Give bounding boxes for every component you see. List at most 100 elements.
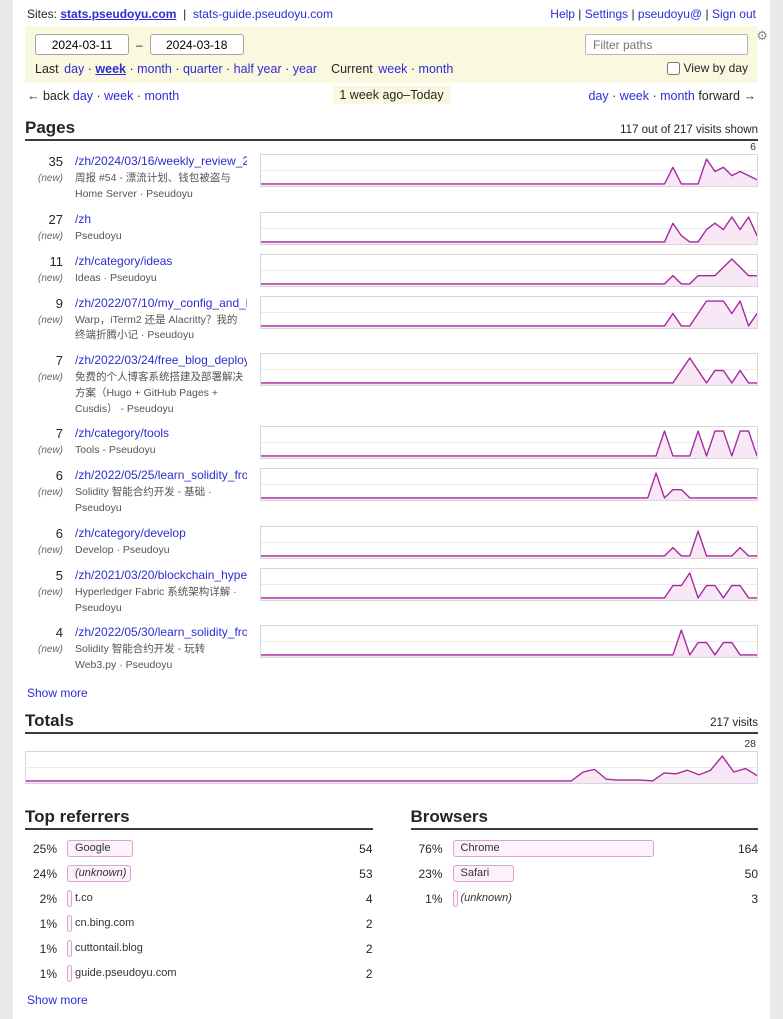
percent-label: 1% (25, 967, 57, 981)
view-by-day-toggle[interactable]: View by day (667, 61, 748, 75)
nav-forward-link[interactable]: day (589, 89, 609, 103)
stat-name: guide.pseudoyu.com (75, 967, 177, 979)
referrer-row: 1% cuttontail.blog 2 (25, 940, 373, 958)
new-badge: (new) (25, 231, 63, 242)
stat-bar-link[interactable]: cuttontail.blog (67, 940, 333, 958)
nav-back-link[interactable]: week (104, 89, 133, 103)
account-link[interactable]: Sign out (712, 7, 756, 21)
site-link-other[interactable]: stats-guide.pseudoyu.com (193, 7, 333, 21)
separator: · (223, 62, 234, 76)
date-to-input[interactable] (150, 34, 244, 55)
stat-bar-link[interactable]: t.co (67, 890, 333, 908)
visit-count: 6 (56, 526, 63, 541)
page-sparkline-chart[interactable] (260, 254, 758, 287)
back-links: day · week · month (73, 89, 179, 103)
header-panel: – Last day · week · month · quarter · ha… (25, 26, 758, 83)
stat-bar (453, 890, 458, 907)
stat-count: 53 (343, 867, 373, 881)
page-sparkline-chart[interactable] (260, 353, 758, 386)
nav-forward-link[interactable]: week (620, 89, 649, 103)
page-path-link[interactable]: /zh/category/develop (75, 526, 247, 540)
account-link[interactable]: pseudoyu@ (638, 7, 702, 21)
page-sparkline-chart[interactable] (260, 426, 758, 459)
referrer-row: 25% Google 54 (25, 840, 373, 858)
stat-count: 3 (728, 892, 758, 906)
stat-bar-link[interactable]: Safari (453, 865, 719, 883)
page-path-link[interactable]: /zh/category/ideas (75, 254, 247, 268)
page-row: 7 (new) /zh/category/tools Tools - Pseud… (25, 426, 758, 459)
percent-label: 1% (25, 917, 57, 931)
nav-back-link[interactable]: month (144, 89, 179, 103)
page-path-link[interactable]: /zh/category/tools (75, 426, 247, 440)
view-by-day-checkbox[interactable] (667, 62, 680, 75)
page-sparkline-chart[interactable] (260, 468, 758, 501)
stat-bar-link[interactable]: Google (67, 840, 333, 858)
page-sparkline-chart[interactable] (260, 212, 758, 245)
page-info-column: /zh/2024/03/16/weekly_review_202… 周报 #54… (75, 154, 247, 203)
page-path-link[interactable]: /zh/2024/03/16/weekly_review_202… (75, 154, 247, 168)
percent-label: 24% (25, 867, 57, 881)
current-period-links: week · month (375, 62, 454, 76)
page-sparkline-chart[interactable] (260, 296, 758, 329)
stat-bar-link[interactable]: (unknown) (67, 865, 333, 883)
stat-name: Chrome (461, 842, 500, 854)
period-link[interactable]: week (95, 62, 126, 76)
page-description: Ideas · Pseudoyu (75, 271, 247, 287)
stat-count: 2 (343, 967, 373, 981)
referrers-show-more-link[interactable]: Show more (27, 993, 88, 1007)
page-sparkline-chart[interactable] (260, 568, 758, 601)
page-path-link[interactable]: /zh/2022/05/30/learn_solidity_from_… (75, 625, 247, 639)
filter-paths-input[interactable] (585, 34, 748, 55)
sparkline (261, 155, 757, 186)
forward-arrow-icon: → (744, 89, 757, 103)
stat-name: Safari (461, 867, 490, 879)
page-path-link[interactable]: /zh/2022/05/25/learn_solidity_from_… (75, 468, 247, 482)
nav-back-link[interactable]: day (73, 89, 93, 103)
last-label: Last (35, 62, 59, 76)
period-link[interactable]: month (137, 62, 172, 76)
gear-icon[interactable]: ⚙ (756, 28, 768, 44)
separator: · (126, 62, 137, 76)
referrers-list: 25% Google 54 24% (unknown) 53 2% t.co 4… (25, 840, 373, 983)
period-link[interactable]: week (378, 62, 407, 76)
page-path-link[interactable]: /zh/2021/03/20/blockchain_hyperle… (75, 568, 247, 582)
page-path-link[interactable]: /zh/2022/03/24/free_blog_deploy_u… (75, 353, 247, 367)
pages-show-more-link[interactable]: Show more (27, 686, 88, 700)
page-path-link[interactable]: /zh (75, 212, 247, 226)
period-link[interactable]: month (419, 62, 454, 76)
nav-forward-link[interactable]: month (660, 89, 695, 103)
page-path-link[interactable]: /zh/2022/07/10/my_config_and_bea… (75, 296, 247, 310)
visit-count: 11 (50, 254, 64, 269)
pages-list: 35 (new) /zh/2024/03/16/weekly_review_20… (25, 154, 758, 674)
site-link-current[interactable]: stats.pseudoyu.com (60, 7, 176, 21)
period-link[interactable]: day (64, 62, 84, 76)
account-link[interactable]: Help (550, 7, 575, 21)
page-sparkline-chart[interactable]: 6 (260, 154, 758, 187)
page-row: 9 (new) /zh/2022/07/10/my_config_and_bea… (25, 296, 758, 345)
browsers-title: Browsers (411, 807, 488, 827)
page-count-column: 5 (new) (25, 568, 63, 617)
period-link[interactable]: quarter (183, 62, 223, 76)
period-selector-row: Last day · week · month · quarter · half… (35, 62, 453, 76)
page-count-column: 6 (new) (25, 468, 63, 517)
stat-bar-link[interactable]: Chrome (453, 840, 719, 858)
page-sparkline-chart[interactable] (260, 526, 758, 559)
page-row: 6 (new) /zh/2022/05/25/learn_solidity_fr… (25, 468, 758, 517)
date-range-row: – (35, 34, 453, 55)
account-link[interactable]: Settings (585, 7, 628, 21)
page-row: 4 (new) /zh/2022/05/30/learn_solidity_fr… (25, 625, 758, 674)
page-count-column: 11 (new) (25, 254, 63, 287)
stat-bar-link[interactable]: cn.bing.com (67, 915, 333, 933)
period-link[interactable]: half year (234, 62, 282, 76)
stat-bar (67, 890, 72, 907)
page-sparkline-chart[interactable] (260, 625, 758, 658)
page-count-column: 4 (new) (25, 625, 63, 674)
date-from-input[interactable] (35, 34, 129, 55)
stat-bar-link[interactable]: guide.pseudoyu.com (67, 965, 333, 983)
referrer-row: 24% (unknown) 53 (25, 865, 373, 883)
period-link[interactable]: year (293, 62, 317, 76)
percent-label: 1% (411, 892, 443, 906)
totals-chart[interactable]: 28 (25, 751, 758, 784)
stat-bar-link[interactable]: (unknown) (453, 890, 719, 908)
separator: · (133, 89, 144, 103)
